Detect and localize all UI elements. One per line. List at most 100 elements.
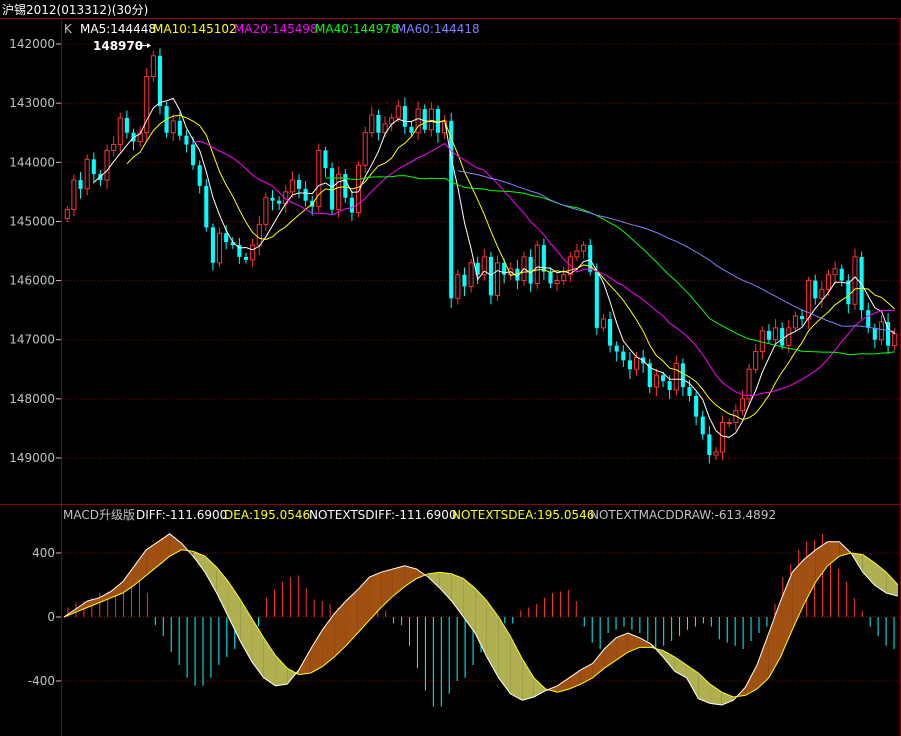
- candle-body-down: [627, 360, 632, 370]
- legend-ma40: MA40:144978: [315, 22, 399, 36]
- legend-ma5: MA5:144448: [80, 22, 156, 36]
- candle-body-down: [243, 256, 249, 260]
- candle-body-up: [362, 132, 368, 166]
- macd-fill-segment: [345, 589, 358, 646]
- candle-body-up: [395, 105, 401, 119]
- candle-body-down: [846, 280, 851, 305]
- candle-body-up: [64, 209, 70, 219]
- macd-fill-segment: [310, 629, 323, 673]
- candle-body-down: [191, 144, 196, 166]
- legend-ma10: MA10:145102: [153, 22, 237, 36]
- price-tick-label: 143000: [9, 96, 55, 110]
- candle-body-up: [336, 173, 342, 211]
- candle-body-up: [892, 333, 898, 347]
- legend-diff: DIFF:-111.6900: [136, 508, 227, 522]
- legend-nt-macd: NOTEXTMACDDRAW:-613.4892: [590, 508, 776, 522]
- candle-body-up: [428, 108, 434, 131]
- candle-body-down: [680, 363, 685, 388]
- candle-body-down: [435, 109, 441, 133]
- candle-body-up: [726, 422, 732, 425]
- candle-body-down: [766, 330, 771, 340]
- price-tick-label: 146000: [9, 274, 55, 288]
- macd-fill-segment: [439, 572, 452, 601]
- macd-fill-segment: [510, 636, 523, 701]
- candle-body-up: [316, 149, 322, 208]
- macd-fill-segment: [275, 655, 288, 686]
- candle-body-up: [713, 451, 719, 456]
- candle-body-up: [263, 197, 269, 225]
- macd-fill-segment: [710, 684, 722, 705]
- ma5-line: [93, 97, 895, 438]
- candle-body-down: [303, 188, 308, 201]
- candle-body-up: [468, 262, 474, 287]
- candle-body-up: [455, 274, 461, 299]
- candle-body-up: [852, 256, 858, 305]
- candle-body-down: [780, 327, 785, 346]
- candle-body-up: [878, 321, 885, 341]
- candle-body-down: [608, 319, 613, 346]
- macd-tick-label: 0: [47, 610, 55, 624]
- candle-body-down: [594, 271, 599, 328]
- macd-legend: MACD升级版 DIFF:-111.6900 DEA:195.0546 NOTE…: [63, 508, 776, 522]
- candle-body-up: [746, 368, 752, 400]
- legend-nt-diff: NOTEXTSDIFF:-111.6900: [309, 508, 457, 522]
- candle-body-down: [224, 233, 229, 243]
- candle-body-up: [574, 250, 580, 258]
- candle-body-down: [872, 327, 877, 340]
- candle-body-up: [832, 268, 838, 276]
- candle-body-up: [554, 280, 560, 285]
- candle-body-down: [184, 135, 189, 145]
- macd-fill-segment: [745, 665, 758, 696]
- macd-fill-segment: [815, 541, 828, 582]
- legend-dea: DEA:195.0546: [224, 508, 310, 522]
- candle-body-up: [600, 318, 607, 329]
- candle-body-down: [694, 395, 699, 417]
- candle-body-down: [614, 345, 619, 352]
- candle-body-down: [462, 274, 467, 287]
- candle-body-up: [216, 232, 223, 264]
- candle-body-down: [813, 280, 818, 299]
- moving-average-lines: [93, 97, 896, 438]
- candle-body-up: [250, 244, 256, 261]
- candle-body-down: [197, 165, 202, 186]
- candle-body-down: [707, 434, 712, 456]
- candle-body-down: [660, 375, 666, 382]
- candle-body-up: [117, 117, 123, 146]
- candle-body-up: [633, 356, 640, 370]
- legend-ma60: MA60:144418: [396, 22, 480, 36]
- macd-lines: [63, 533, 899, 706]
- candle-body-up: [819, 288, 825, 299]
- candlestick-series: [64, 48, 898, 464]
- candle-body-down: [270, 197, 275, 201]
- macd-fill-segment: [522, 658, 534, 701]
- macd-fill-segment: [486, 601, 499, 678]
- candle-body-down: [349, 197, 354, 213]
- candle-body-down: [124, 117, 129, 133]
- candle-body-down: [548, 271, 553, 284]
- ma60-line: [457, 170, 895, 332]
- candle-body-up: [720, 422, 726, 453]
- candle-body-up: [150, 55, 156, 78]
- candle-body-down: [330, 168, 335, 210]
- candle-body-down: [91, 159, 96, 175]
- candle-body-down: [700, 416, 705, 435]
- candle-body-down: [376, 114, 381, 133]
- legend-ma20: MA20:145498: [234, 22, 318, 36]
- chart-canvas: 149000 148000 147000 146000 145000 144000 1430…: [0, 2, 901, 736]
- candle-body-up: [673, 362, 679, 391]
- candle-body-up: [561, 274, 567, 282]
- candle-body-down: [210, 227, 215, 263]
- candle-body-up: [772, 327, 779, 341]
- candle-body-down: [839, 268, 844, 281]
- candle-body-down: [78, 180, 83, 189]
- high-price-label: 148970: [93, 39, 143, 53]
- candle-body-up: [170, 120, 176, 134]
- candle-body-up: [71, 179, 77, 211]
- candle-body-up: [104, 149, 110, 181]
- price-tick-label: 149000: [9, 451, 55, 465]
- candle-body-up: [111, 144, 117, 151]
- candle-body-up: [84, 158, 90, 190]
- macd-fill-segment: [369, 572, 382, 621]
- candle-body-down: [296, 180, 302, 189]
- candle-body-up: [792, 315, 798, 329]
